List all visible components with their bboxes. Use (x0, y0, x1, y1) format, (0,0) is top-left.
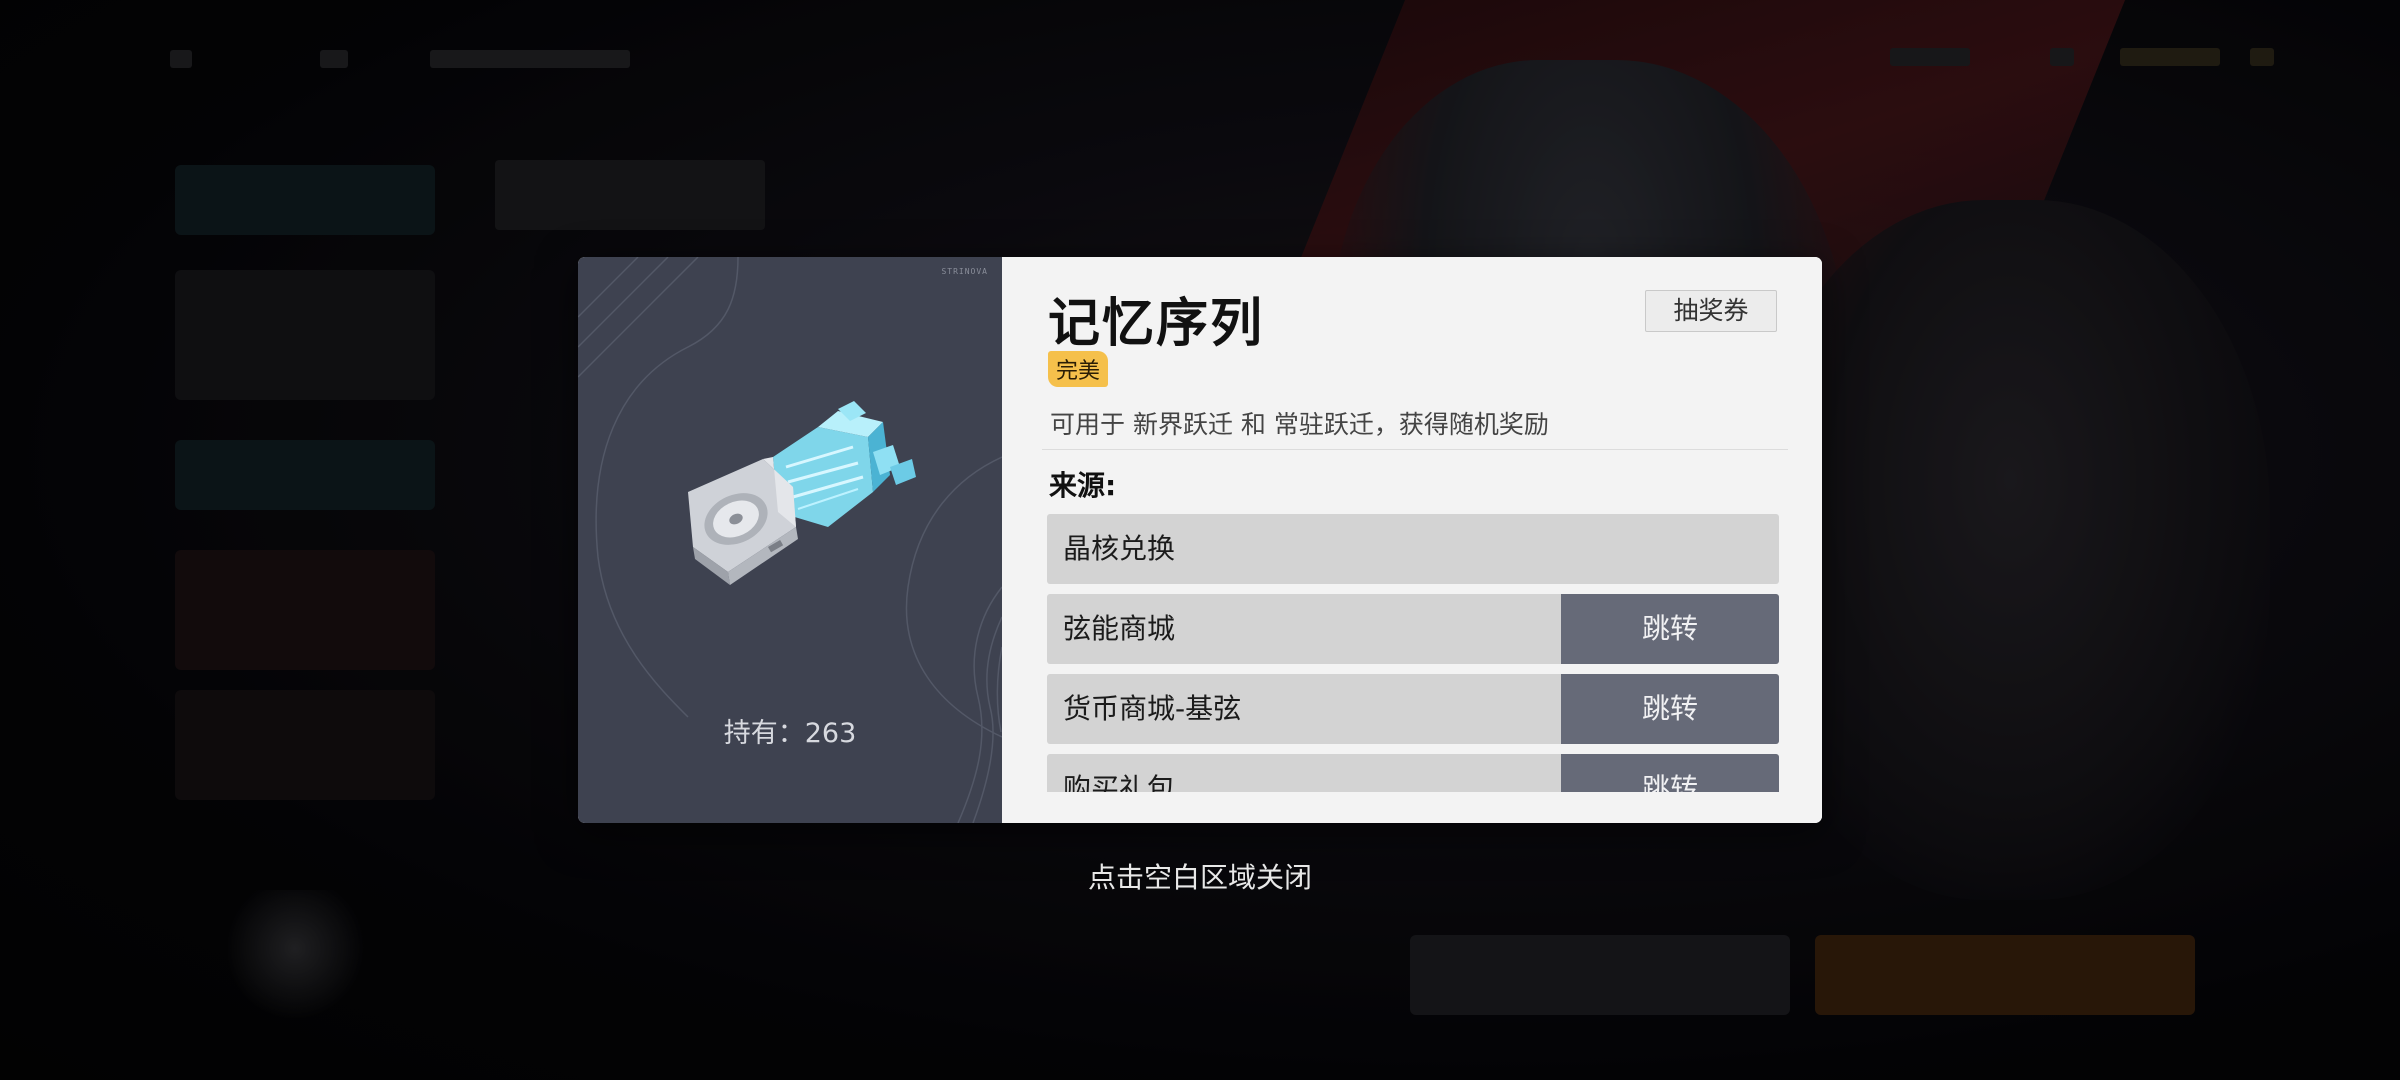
close-hint: 点击空白区域关闭 (1087, 861, 1312, 894)
jump-button[interactable]: 跳转 (1561, 754, 1779, 792)
jump-button[interactable]: 跳转 (1561, 594, 1779, 664)
source-label: 来源: (1049, 469, 1117, 502)
game-screen: STRINOVA 持有：263 记忆序列 完美 抽奖券 可用于 新界跃迁 和 常… (0, 0, 2400, 1080)
source-row-string-shop: 弦能商城 跳转 (1047, 594, 1779, 664)
rarity-badge: 完美 (1048, 351, 1109, 387)
holding-label: 持有： (723, 718, 805, 749)
lottery-ticket-button[interactable]: 抽奖券 (1645, 290, 1777, 332)
source-list[interactable]: 晶核兑换 弦能商城 跳转 货币商城-基弦 跳转 购买礼包 跳转 (1047, 514, 1779, 792)
memory-sequence-chip-icon (688, 401, 916, 585)
source-name: 货币商城-基弦 (1063, 692, 1242, 725)
jump-button[interactable]: 跳转 (1561, 674, 1779, 744)
source-row-crystal-exchange: 晶核兑换 (1047, 514, 1779, 584)
item-title: 记忆序列 (1048, 294, 1265, 354)
holding-value: 263 (804, 718, 857, 749)
source-row-currency-shop: 货币商城-基弦 跳转 (1047, 674, 1779, 744)
item-detail-dialog: STRINOVA 持有：263 记忆序列 完美 抽奖券 可用于 新界跃迁 和 常… (578, 257, 1822, 823)
source-name: 晶核兑换 (1063, 532, 1176, 565)
item-preview-panel: STRINOVA 持有：263 (578, 257, 1002, 823)
source-name: 购买礼包 (1063, 772, 1176, 792)
divider (1042, 449, 1788, 450)
item-description: 可用于 新界跃迁 和 常驻跃迁，获得随机奖励 (1050, 410, 1549, 439)
source-name: 弦能商城 (1063, 612, 1176, 645)
source-row-gift-pack: 购买礼包 跳转 (1047, 754, 1779, 792)
brand-watermark: STRINOVA (941, 267, 988, 276)
holding-count: 持有：263 (578, 711, 1002, 750)
item-info-panel: 记忆序列 完美 抽奖券 可用于 新界跃迁 和 常驻跃迁，获得随机奖励 来源: 晶… (1002, 257, 1822, 823)
